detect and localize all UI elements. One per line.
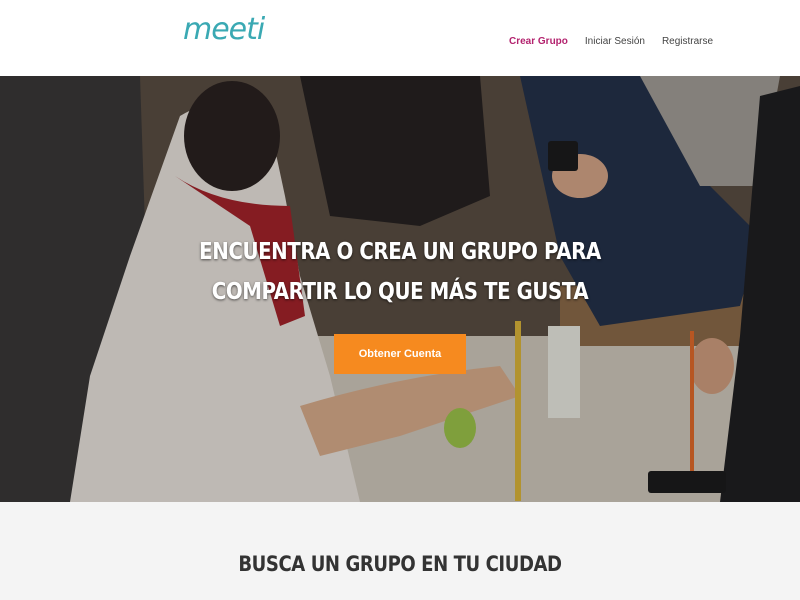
hero-title: ENCUENTRA O CREA UN GRUPO PARA COMPARTIR… xyxy=(0,232,800,312)
site-logo[interactable]: meeti xyxy=(183,12,265,47)
section-title-text: BUSCA UN GRUPO EN TU CIUDAD xyxy=(238,552,562,576)
nav-link-registrarse[interactable]: Registrarse xyxy=(662,36,713,47)
hero-title-line-1: ENCUENTRA O CREA UN GRUPO PARA xyxy=(199,239,601,265)
search-group-section: BUSCA UN GRUPO EN TU CIUDAD xyxy=(0,502,800,600)
get-account-button[interactable]: Obtener Cuenta xyxy=(334,334,466,374)
section-title: BUSCA UN GRUPO EN TU CIUDAD xyxy=(0,552,800,576)
nav-link-iniciar-sesion[interactable]: Iniciar Sesión xyxy=(585,36,645,47)
site-header: meeti Crear Grupo Iniciar Sesión Registr… xyxy=(0,0,800,76)
nav-link-crear-grupo[interactable]: Crear Grupo xyxy=(509,36,568,47)
hero-title-line-2: COMPARTIR LO QUE MÁS TE GUSTA xyxy=(211,279,589,305)
main-nav: Crear Grupo Iniciar Sesión Registrarse xyxy=(509,36,713,47)
hero-banner: ENCUENTRA O CREA UN GRUPO PARA COMPARTIR… xyxy=(0,76,800,502)
